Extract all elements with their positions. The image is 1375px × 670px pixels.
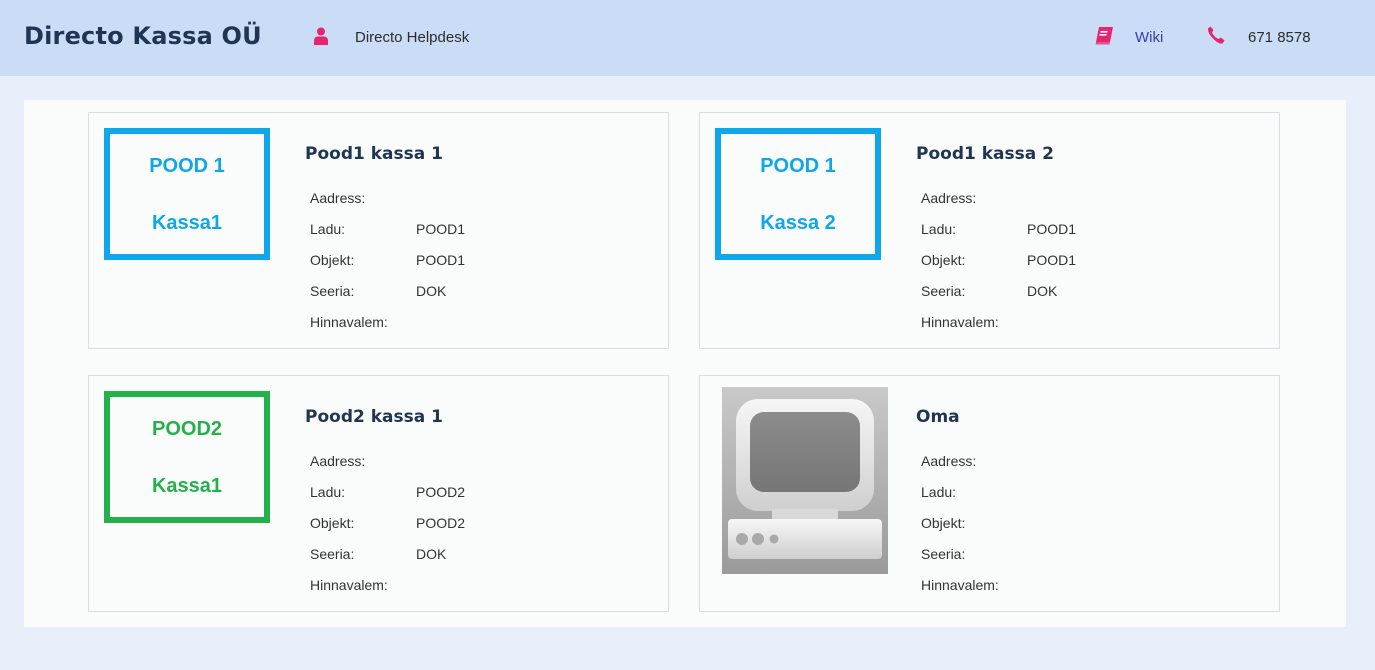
detail-label: Hinnavalem: [921,577,999,593]
computer-terminal-icon [722,387,888,574]
detail-value: POOD1 [416,252,466,268]
pos-card-pood1-kassa2[interactable]: POOD 1 Kassa 2 Pood1 kassa 2 Aadress: La… [699,112,1280,349]
pos-card-title[interactable]: Pood1 kassa 2 [916,144,1054,164]
detail-value: POOD2 [416,515,466,531]
pos-thumbnail: POOD 1 Kassa 2 [715,128,881,260]
pos-card-title[interactable]: Pood2 kassa 1 [305,407,443,427]
detail-label: Hinnavalem: [310,314,388,330]
thumbnail-line1: POOD 1 [760,155,836,177]
detail-label: Aadress: [921,190,977,206]
detail-label: Hinnavalem: [310,577,388,593]
detail-label: Aadress: [310,453,366,469]
detail-value: DOK [1027,283,1058,299]
thumbnail-line1: POOD2 [151,418,223,440]
phone-icon [1207,26,1225,44]
detail-label: Seeria: [921,546,966,562]
detail-label: Objekt: [921,515,966,531]
detail-label: Ladu: [310,221,346,237]
detail-label: Objekt: [310,252,355,268]
thumbnail-line2: Kassa 2 [760,212,836,234]
thumbnail-line1: POOD 1 [149,155,225,177]
book-icon[interactable] [1094,27,1114,45]
detail-label: Seeria: [310,283,355,299]
detail-value: POOD1 [416,221,466,237]
pos-card-pood2-kassa1[interactable]: POOD2 Kassa1 Pood2 kassa 1 Aadress: Ladu… [88,375,669,612]
company-name: Directo Kassa OÜ [24,22,262,50]
detail-label: Hinnavalem: [921,314,999,330]
pos-thumbnail: POOD2 Kassa1 [104,391,270,523]
thumbnail-line2: Kassa1 [151,212,223,234]
detail-label: Ladu: [310,484,346,500]
detail-label: Objekt: [921,252,966,268]
detail-value: DOK [416,546,447,562]
pos-thumbnail: POOD 1 Kassa1 [104,128,270,260]
pos-card-pood1-kassa1[interactable]: POOD 1 Kassa1 Pood1 kassa 1 Aadress: Lad… [88,112,669,349]
detail-label: Aadress: [921,453,977,469]
pos-card-title[interactable]: Pood1 kassa 1 [305,144,443,164]
detail-value: DOK [416,283,447,299]
detail-label: Aadress: [310,190,366,206]
detail-value: POOD1 [1027,252,1077,268]
detail-label: Objekt: [310,515,355,531]
pos-card-title[interactable]: Oma [916,407,960,427]
user-icon [314,27,328,45]
detail-label: Seeria: [310,546,355,562]
detail-value: POOD1 [1027,221,1077,237]
helpdesk-label[interactable]: Directo Helpdesk [355,29,469,46]
wiki-link[interactable]: Wiki [1135,29,1163,46]
thumbnail-line2: Kassa1 [151,475,223,497]
detail-label: Seeria: [921,283,966,299]
detail-label: Ladu: [921,221,957,237]
detail-label: Ladu: [921,484,957,500]
top-bar: Directo Kassa OÜ Directo Helpdesk Wiki 6… [0,0,1375,76]
phone-number: 671 8578 [1248,29,1311,46]
pos-card-oma[interactable]: Oma Aadress: Ladu: Objekt: Seeria: Hinna… [699,375,1280,612]
detail-value: POOD2 [416,484,466,500]
pos-list-panel: POOD 1 Kassa1 Pood1 kassa 1 Aadress: Lad… [24,100,1346,627]
